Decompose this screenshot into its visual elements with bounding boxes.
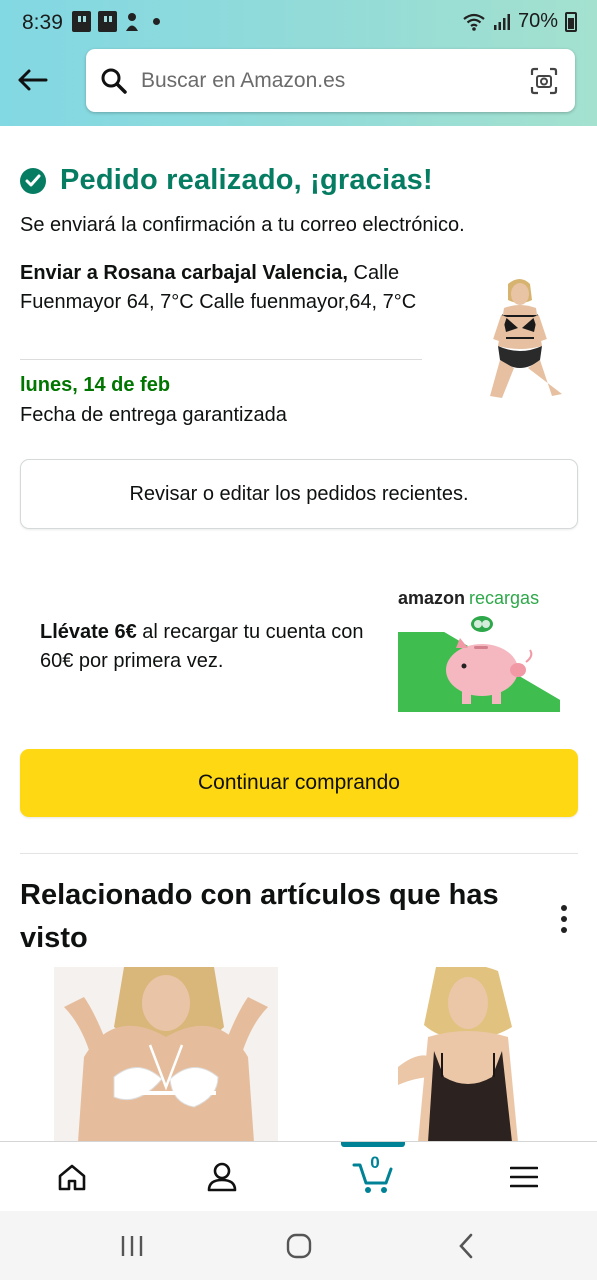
app-header: 8:39 70% — [0, 0, 597, 126]
amazon-recargas-logo: amazon recargas — [398, 588, 540, 608]
email-confirmation-note: Se enviará la confirmación a tu correo e… — [20, 214, 465, 236]
person-icon — [207, 1162, 237, 1192]
camera-scan-icon[interactable] — [529, 66, 559, 96]
hamburger-menu-icon — [510, 1166, 538, 1188]
search-icon — [101, 68, 127, 94]
system-navigation-bar — [0, 1211, 597, 1280]
notification-icons — [72, 11, 160, 32]
battery-percent: 70% — [517, 10, 558, 32]
bottom-navigation — [0, 1141, 597, 1211]
divider — [20, 359, 422, 360]
status-time: 8:39 — [22, 11, 63, 34]
battery-icon — [565, 11, 577, 32]
confirmation-title: Pedido realizado, ¡gracias! — [60, 164, 433, 196]
back-button[interactable] — [14, 62, 50, 98]
wifi-icon — [463, 13, 485, 31]
order-confirmation-heading: Pedido realizado, ¡gracias! — [20, 164, 433, 197]
cart-count-badge: 0 — [370, 1153, 380, 1172]
product-thumbnail[interactable] — [468, 276, 572, 402]
related-section-title: Relacionado con artículos que has visto — [20, 879, 499, 954]
divider — [20, 853, 578, 854]
related-product-image[interactable] — [54, 967, 278, 1142]
back-system-button[interactable] — [426, 1211, 506, 1280]
related-product-image[interactable] — [388, 967, 538, 1142]
chevron-left-icon — [459, 1233, 473, 1258]
continue-shopping-button[interactable]: Continuar comprando — [20, 749, 578, 817]
status-bar: 8:39 70% — [0, 0, 597, 46]
delivery-date: lunes, 14 de feb — [20, 374, 171, 396]
nav-menu[interactable] — [474, 1142, 574, 1212]
home-icon — [58, 1164, 86, 1191]
delivery-guarantee-note: Fecha de entrega garantizada — [20, 404, 287, 426]
review-orders-button[interactable]: Revisar o editar los pedidos recientes. — [20, 459, 578, 529]
home-system-button[interactable] — [259, 1211, 339, 1280]
search-bar[interactable] — [86, 49, 575, 112]
app-notification-icon — [126, 12, 138, 31]
signal-icon — [493, 13, 510, 30]
promo-text[interactable]: Llévate 6€ al recargar tu cuenta con 60€… — [40, 618, 380, 676]
recent-apps-icon — [121, 1235, 143, 1256]
twitch-icon — [72, 11, 91, 32]
promo-bold: Llévate 6€ — [40, 621, 137, 643]
check-circle-icon — [20, 167, 46, 194]
nav-home[interactable] — [22, 1142, 122, 1212]
system-status: 70% — [462, 10, 577, 33]
recent-apps-button[interactable] — [92, 1211, 172, 1280]
ship-to-label: Enviar a Rosana carbajal Valencia, — [20, 262, 348, 284]
nav-account[interactable] — [172, 1142, 272, 1212]
piggy-bank-banner[interactable] — [398, 612, 560, 712]
more-options-icon[interactable] — [552, 902, 576, 936]
arrow-left-icon — [18, 69, 48, 91]
home-circle-icon — [286, 1233, 312, 1258]
shipping-address: Enviar a Rosana carbajal Valencia, Calle… — [20, 259, 430, 317]
more-notifications-icon — [153, 18, 160, 25]
twitch-icon — [98, 11, 117, 32]
search-input[interactable] — [141, 49, 511, 112]
